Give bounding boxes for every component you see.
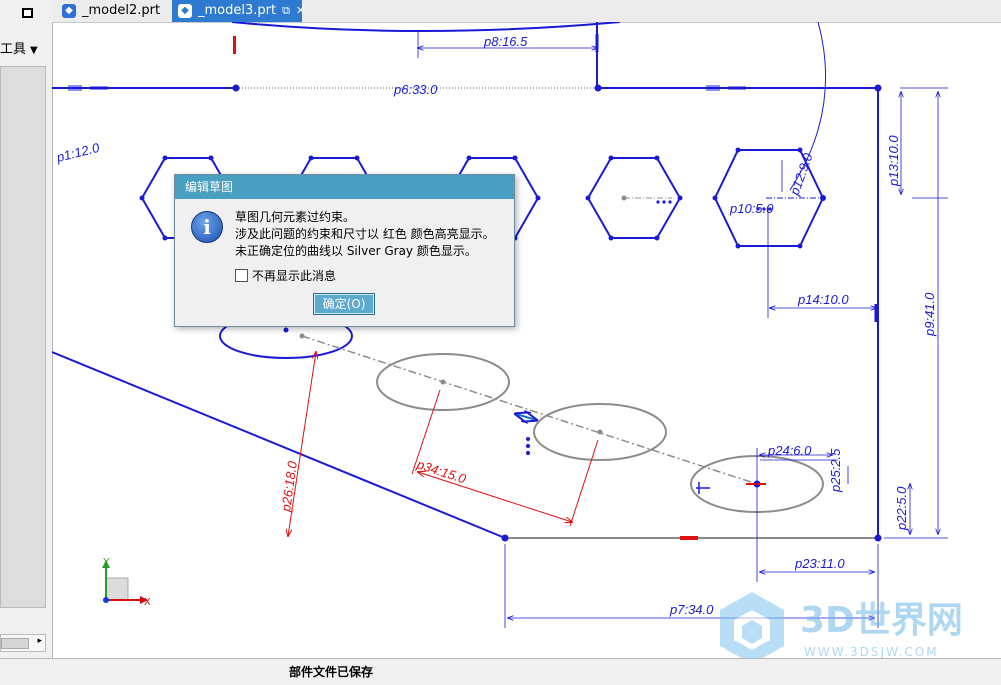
drag-arrow-icon xyxy=(516,414,710,494)
dim-p13[interactable]: p13:10.0 xyxy=(886,135,901,187)
watermark-logo: 3D世界网 WWW.3DSJW.COM xyxy=(720,592,963,664)
info-icon: i xyxy=(191,211,223,243)
part-file-icon: ◆ xyxy=(178,4,192,18)
axis-x-label: X xyxy=(144,597,151,608)
dim-p25[interactable]: p25:2.5 xyxy=(828,448,843,493)
dim-p24[interactable]: p24:6.0 xyxy=(767,443,812,458)
dont-show-again-checkbox[interactable]: 不再显示此消息 xyxy=(235,267,336,284)
ok-button[interactable]: 确定(O) xyxy=(313,293,375,315)
dim-p23[interactable]: p23:11.0 xyxy=(794,556,845,571)
status-bar: 部件文件已保存 xyxy=(0,658,1001,685)
tab-bar: ◆ _model2.prt ◆ _model3.prt ⧉ ✕ xyxy=(52,0,1001,23)
status-message: 部件文件已保存 xyxy=(289,665,374,679)
watermark-url: WWW.3DSJW.COM xyxy=(804,645,939,659)
dim-p1[interactable]: p1:12.0 xyxy=(54,140,101,165)
dim-p26[interactable]: p26:18.0 xyxy=(278,459,300,513)
tab-model3[interactable]: ◆ _model3.prt ⧉ ✕ xyxy=(172,0,305,22)
axis-y-label: Y xyxy=(103,557,110,568)
dim-p22[interactable]: p22:5.0 xyxy=(894,486,909,531)
dialog-title: 编辑草图 xyxy=(175,175,514,199)
message-line-3: 未正确定位的曲线以 Silver Gray 颜色显示。 xyxy=(235,244,477,258)
checkbox-box[interactable] xyxy=(235,269,248,282)
scrollbar-thumb[interactable] xyxy=(1,638,29,649)
close-icon[interactable]: ✕ xyxy=(296,4,305,17)
hex-center xyxy=(621,195,627,201)
edit-icon[interactable]: ⧉ xyxy=(282,4,290,17)
dim-p6[interactable]: p6:33.0 xyxy=(393,82,438,97)
coordinate-triad: Y X xyxy=(102,557,151,608)
resource-panel xyxy=(0,66,46,608)
horizontal-scrollbar[interactable]: ▸ xyxy=(0,634,46,652)
dim-p34[interactable]: p34:15.0 xyxy=(414,456,468,486)
tools-menu-label: 工具 xyxy=(0,42,27,57)
tab-model2[interactable]: ◆ _model2.prt xyxy=(56,0,170,22)
dim-p10[interactable]: p10:5.0 xyxy=(729,201,774,216)
chevron-down-icon: ▼ xyxy=(30,45,38,56)
restore-window-icon[interactable] xyxy=(22,8,33,18)
scroll-right-icon[interactable]: ▸ xyxy=(37,636,42,646)
watermark-brand: 3D世界网 xyxy=(800,600,963,641)
horizontal-constraint-icon xyxy=(656,200,672,204)
top-arc[interactable] xyxy=(231,22,621,32)
tools-menu[interactable]: 工具 ▼ xyxy=(0,38,38,57)
message-line-2: 涉及此问题的约束和尺寸以 红色 颜色高亮显示。 xyxy=(235,227,495,241)
dim-p8[interactable]: p8:16.5 xyxy=(483,34,528,49)
edit-sketch-dialog: 编辑草图 i 草图几何元素过约束。 涉及此问题的约束和尺寸以 红色 颜色高亮显示… xyxy=(174,174,515,327)
tab-label: _model3.prt xyxy=(198,3,277,18)
dialog-message: 草图几何元素过约束。 涉及此问题的约束和尺寸以 红色 颜色高亮显示。 未正确定位… xyxy=(235,209,495,260)
part-file-icon: ◆ xyxy=(62,4,76,18)
ellipse-centerline xyxy=(301,335,758,485)
checkbox-label: 不再显示此消息 xyxy=(252,269,337,283)
dim-p9[interactable]: p9:41.0 xyxy=(922,292,937,337)
sketch-canvas[interactable]: p8:16.5 p6:33.0 p1:12.0 p12:9.0 p10:5.0 … xyxy=(52,22,1001,658)
dim-p7[interactable]: p7:34.0 xyxy=(669,602,714,617)
tab-label: _model2.prt xyxy=(82,3,161,18)
message-line-1: 草图几何元素过约束。 xyxy=(235,210,356,224)
left-panel: 工具 ▼ ▸ xyxy=(0,0,53,658)
dim-p14[interactable]: p14:10.0 xyxy=(797,292,849,307)
